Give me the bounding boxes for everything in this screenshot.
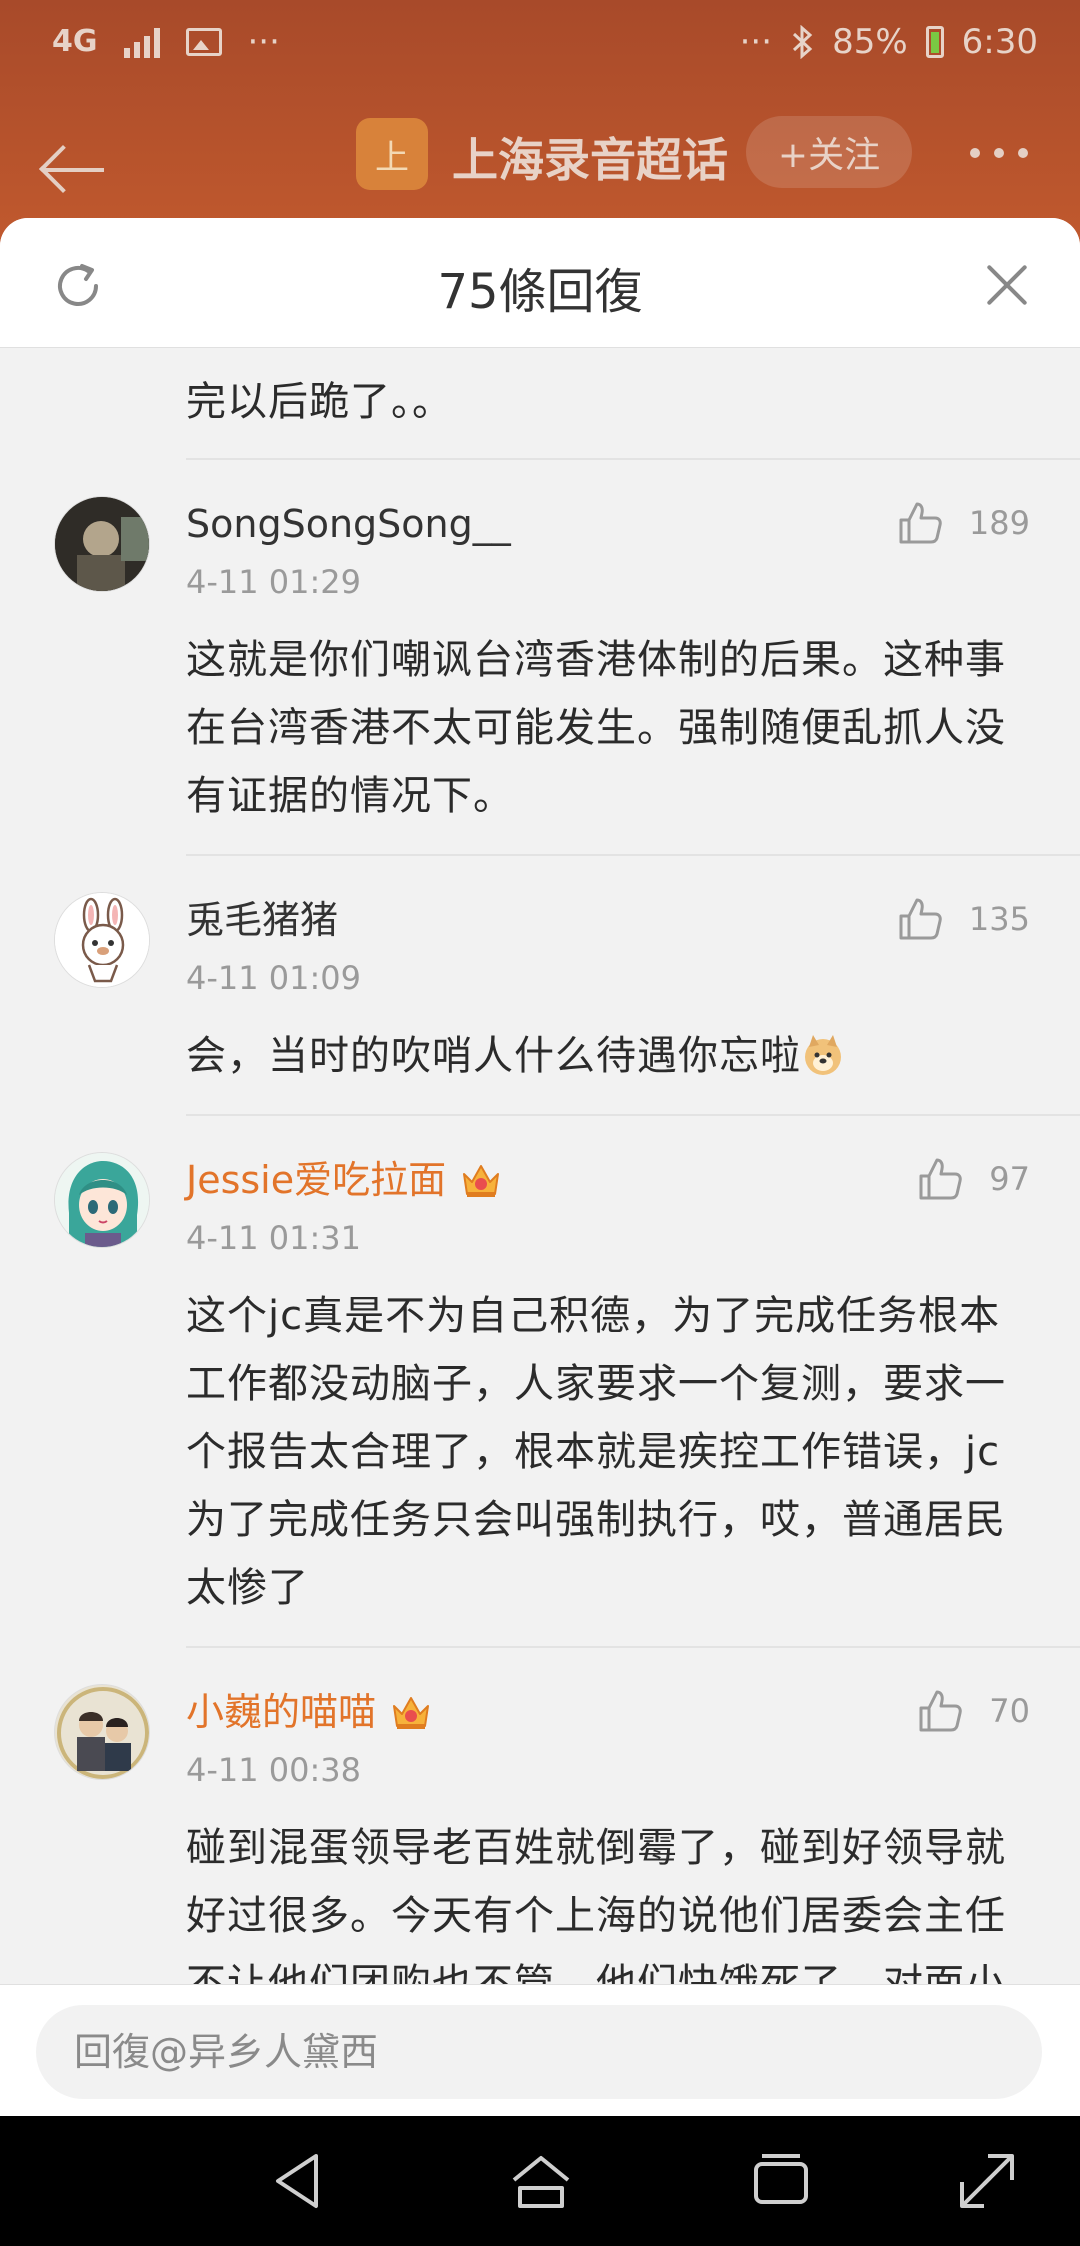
replies-sheet: 75條回復 那个推文标题说听完腿软我还觉得标题党，听 完以后跪了。。 SongS…: [0, 218, 1080, 2118]
vip-crown-icon: [463, 1165, 500, 1197]
topic-title: 上海录音超话: [452, 133, 728, 187]
status-bar: 4G ··· ··· 85% 6:30: [0, 0, 1080, 90]
bluetooth-icon: [793, 25, 813, 59]
reply-input[interactable]: 回復@异乡人黛西: [36, 2005, 1042, 2099]
comment-item[interactable]: Jessie爱吃拉面 4-11 01:31 97 这个jc真是不为自己积德，为了…: [0, 1116, 1080, 1646]
clock: 6:30: [961, 22, 1038, 62]
more-options-icon[interactable]: [970, 148, 1028, 158]
avatar[interactable]: [54, 1152, 150, 1248]
thumbs-up-icon: [899, 502, 942, 544]
sheet-title: 75條回復: [437, 264, 643, 320]
comment-item[interactable]: 兎毛猪猪 4-11 01:09 135 会，当时的吹哨人什么待遇你忘啦: [0, 856, 1080, 1114]
gallery-icon: [185, 28, 222, 56]
reply-bar: 回復@异乡人黛西: [0, 1984, 1080, 2116]
like-count: 70: [989, 1692, 1030, 1730]
topic-avatar: 上: [356, 118, 428, 190]
avatar[interactable]: [54, 1684, 150, 1780]
comment-time: 4-11 01:09: [186, 959, 362, 997]
vip-crown-icon: [393, 1697, 430, 1729]
system-nav-bar: [0, 2116, 1080, 2246]
doge-emoji-icon: [805, 1035, 841, 1075]
like-button[interactable]: 135: [897, 896, 1030, 942]
comment-body: 会，当时的吹哨人什么待遇你忘啦: [186, 1033, 801, 1079]
like-count: 97: [989, 1160, 1030, 1198]
thumbs-up-icon: [899, 898, 942, 940]
comment-item[interactable]: SongSongSong__ 4-11 01:29 189 这就是你们嘲讽台湾香…: [0, 460, 1080, 854]
comment-username[interactable]: 小巍的喵喵: [186, 1684, 1030, 1740]
like-button[interactable]: 70: [917, 1688, 1030, 1734]
comment-time: 4-11 01:29: [186, 563, 362, 601]
like-button[interactable]: 189: [897, 500, 1030, 546]
comment-list: 那个推文标题说听完腿软我还觉得标题党，听 完以后跪了。。 SongSongSon…: [0, 298, 1080, 2110]
nav-recents-icon[interactable]: [748, 2148, 814, 2214]
back-arrow-icon[interactable]: [40, 142, 110, 198]
battery-level: 85%: [832, 22, 908, 62]
sheet-header: 75條回復: [0, 218, 1080, 348]
avatar[interactable]: [54, 496, 150, 592]
comment-body: 这就是你们嘲讽台湾香港体制的后果。这种事在台湾香港不太可能发生。强制随便乱抓人没…: [186, 637, 1006, 819]
nav-back-icon[interactable]: [266, 2148, 332, 2214]
comment-body: 这个jc真是不为自己积德，为了完成任务根本工作都没动脑子，人家要求一个复测，要求…: [186, 1293, 1006, 1611]
more-status: ···: [739, 22, 773, 62]
signal-icon: [123, 26, 160, 58]
thumbs-up-icon: [919, 1690, 963, 1732]
nav-home-icon[interactable]: [508, 2148, 574, 2214]
comment-body: 完以后跪了。。: [186, 379, 453, 425]
like-count: 135: [968, 900, 1030, 938]
follow-button[interactable]: +关注: [746, 116, 912, 188]
comment-time: 4-11 00:38: [186, 1751, 362, 1789]
close-icon[interactable]: [984, 262, 1030, 308]
app-bar: 上 上海录音超话 +关注: [0, 110, 1080, 230]
comment-body-wrap: 会，当时的吹哨人什么待遇你忘啦: [186, 1022, 1030, 1090]
battery-icon: [925, 26, 944, 58]
comment-username[interactable]: Jessie爱吃拉面: [186, 1152, 1030, 1208]
comment-time: 4-11 01:31: [186, 1219, 362, 1257]
like-count: 189: [968, 504, 1030, 542]
like-button[interactable]: 97: [917, 1156, 1030, 1202]
nav-screen-dock-icon[interactable]: [954, 2148, 1020, 2214]
network-type: 4G: [52, 24, 98, 59]
more-notifications: ···: [247, 22, 280, 62]
thumbs-up-icon: [919, 1158, 963, 1200]
avatar[interactable]: [54, 892, 150, 988]
